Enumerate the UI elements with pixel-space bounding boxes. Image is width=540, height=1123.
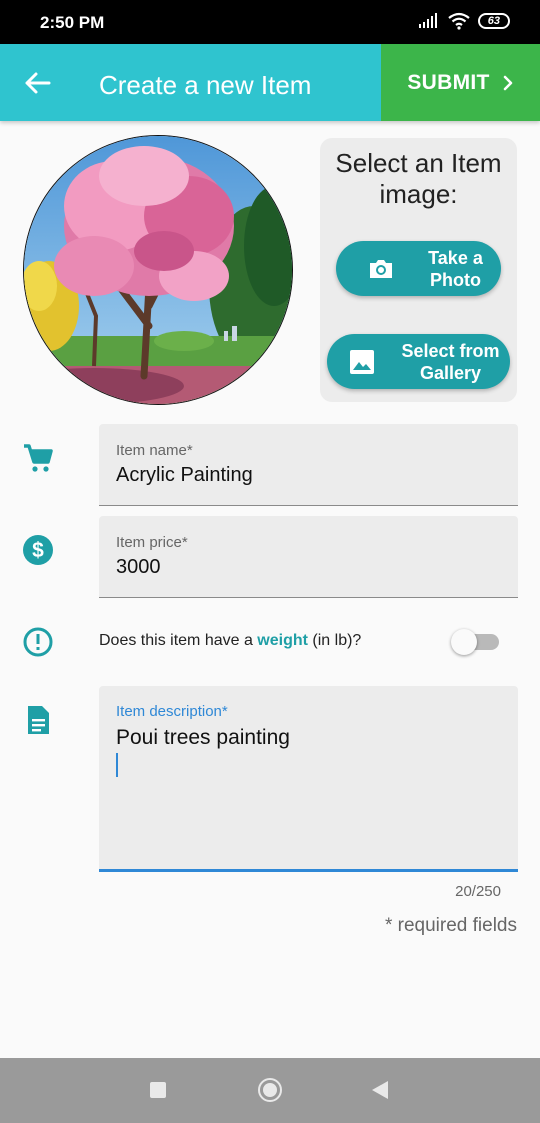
painting-image [24, 136, 292, 404]
submit-label: SUBMIT [407, 70, 490, 94]
text-cursor [116, 753, 118, 777]
character-counter: 20/250 [455, 883, 501, 900]
image-picker-panel: Select an Item image: Take a Photo Selec… [320, 138, 517, 402]
submit-button[interactable]: SUBMIT [381, 44, 540, 121]
weight-accent: weight [257, 632, 308, 649]
item-description-label: Item description* [116, 703, 228, 720]
item-name-label: Item name* [116, 442, 193, 459]
status-time: 2:50 PM [40, 13, 105, 32]
back-arrow-icon[interactable] [22, 68, 52, 98]
weight-suffix: (in lb)? [307, 632, 362, 649]
home-icon[interactable] [258, 1078, 282, 1102]
item-name-input[interactable]: Acrylic Painting [116, 464, 253, 487]
app-bar: Create a new Item SUBMIT [0, 44, 540, 121]
cart-icon [24, 444, 53, 472]
select-gallery-button[interactable]: Select from Gallery [327, 334, 510, 389]
dollar-icon: $ [23, 535, 53, 565]
alert-circle-icon [23, 627, 53, 657]
recents-icon[interactable] [150, 1082, 166, 1098]
wifi-icon [448, 12, 470, 30]
required-fields-note: * required fields [384, 915, 517, 936]
item-price-field[interactable]: Item price* 3000 [99, 516, 518, 598]
weight-toggle[interactable] [451, 629, 499, 655]
battery-icon: 63 [477, 13, 510, 29]
take-photo-label: Take a Photo [428, 247, 483, 290]
chevron-right-icon [503, 75, 512, 90]
status-icons: 63 [418, 12, 510, 30]
page-title: Create a new Item [99, 70, 312, 100]
document-icon [28, 706, 49, 734]
system-nav-bar [0, 1058, 540, 1123]
svg-text:$: $ [32, 539, 44, 562]
signal-icon [418, 13, 437, 28]
item-price-input[interactable]: 3000 [116, 556, 161, 579]
status-bar: 2:50 PM 63 [0, 0, 540, 44]
camera-icon [370, 259, 392, 278]
image-icon [350, 349, 374, 374]
weight-question: Does this item have a weight (in lb)? [99, 632, 361, 650]
image-picker-title: Select an Item image: [335, 148, 502, 209]
item-description-field[interactable]: Item description* Poui trees painting [99, 686, 518, 872]
item-description-input[interactable]: Poui trees painting [116, 726, 290, 750]
toggle-thumb [451, 629, 477, 655]
take-photo-button[interactable]: Take a Photo [336, 241, 501, 296]
item-price-label: Item price* [116, 534, 188, 551]
weight-prefix: Does this item have a [99, 632, 258, 649]
select-gallery-label: Select from Gallery [401, 340, 500, 383]
nav-back-icon[interactable] [372, 1081, 388, 1099]
item-name-field[interactable]: Item name* Acrylic Painting [99, 424, 518, 506]
item-image[interactable] [23, 135, 293, 405]
